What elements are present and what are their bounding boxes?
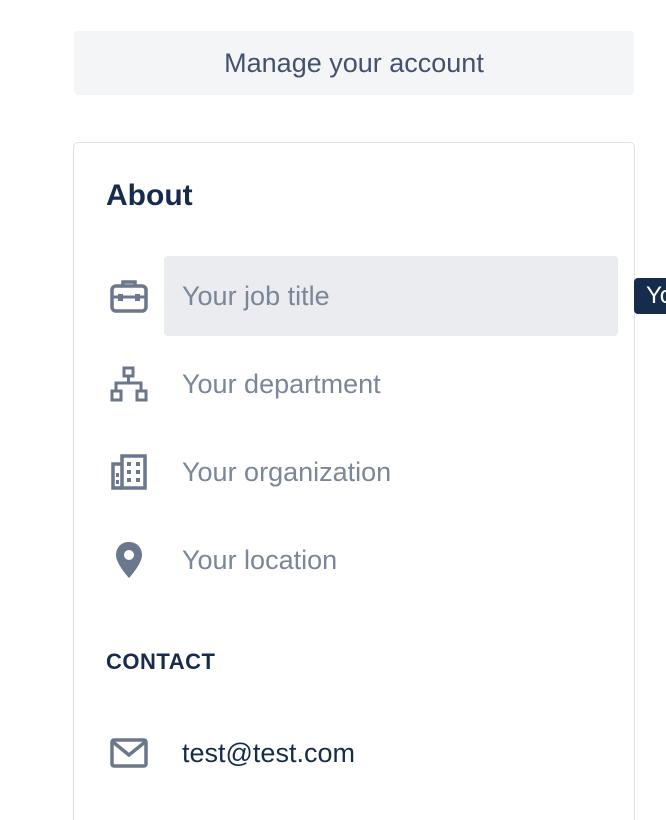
department-field[interactable]: Your department [164,344,618,424]
building-icon [106,452,152,492]
location-row: Your location [106,520,618,600]
about-heading: About [106,179,193,212]
email-row: test@test.com [106,713,618,793]
location-field[interactable]: Your location [164,520,618,600]
manage-account-button[interactable]: Manage your account [74,31,634,95]
job-title-row: Your job title [106,256,618,336]
location-pin-icon [106,540,152,580]
about-card: About Your job title Your department You… [73,142,635,820]
job-title-field[interactable]: Your job title [164,256,618,336]
email-value: test@test.com [182,737,355,768]
department-row: Your department [106,344,618,424]
contact-heading: CONTACT [106,649,216,674]
briefcase-icon [106,276,152,316]
organization-field[interactable]: Your organization [164,432,618,512]
envelope-icon [106,733,152,773]
organization-row: Your organization [106,432,618,512]
tooltip: Yo [634,278,666,314]
org-chart-icon [106,364,152,404]
